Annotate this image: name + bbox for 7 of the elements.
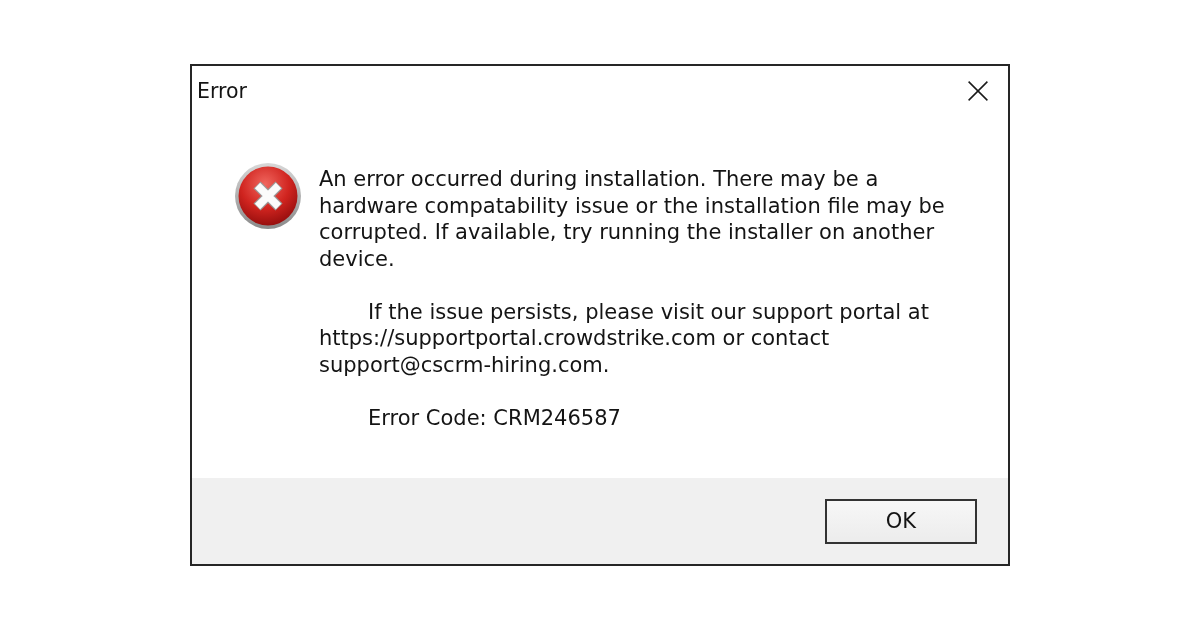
window-title: Error (197, 78, 247, 104)
close-icon[interactable] (968, 81, 988, 101)
message-text: Error Code: CRM246587 (367, 404, 622, 431)
message-text: An error occurred during installation. There may be a hardware compatability issue or the installation file may be corrupted. If available, try running the installer on another device. (319, 166, 945, 272)
message-text: If the issue persists, please visit our support portal at https://supportportal.crowdstrike.com or contact support@cscrm-hiring.com. (319, 298, 930, 378)
error-icon (235, 163, 301, 229)
ok-button[interactable]: OK (825, 498, 977, 544)
